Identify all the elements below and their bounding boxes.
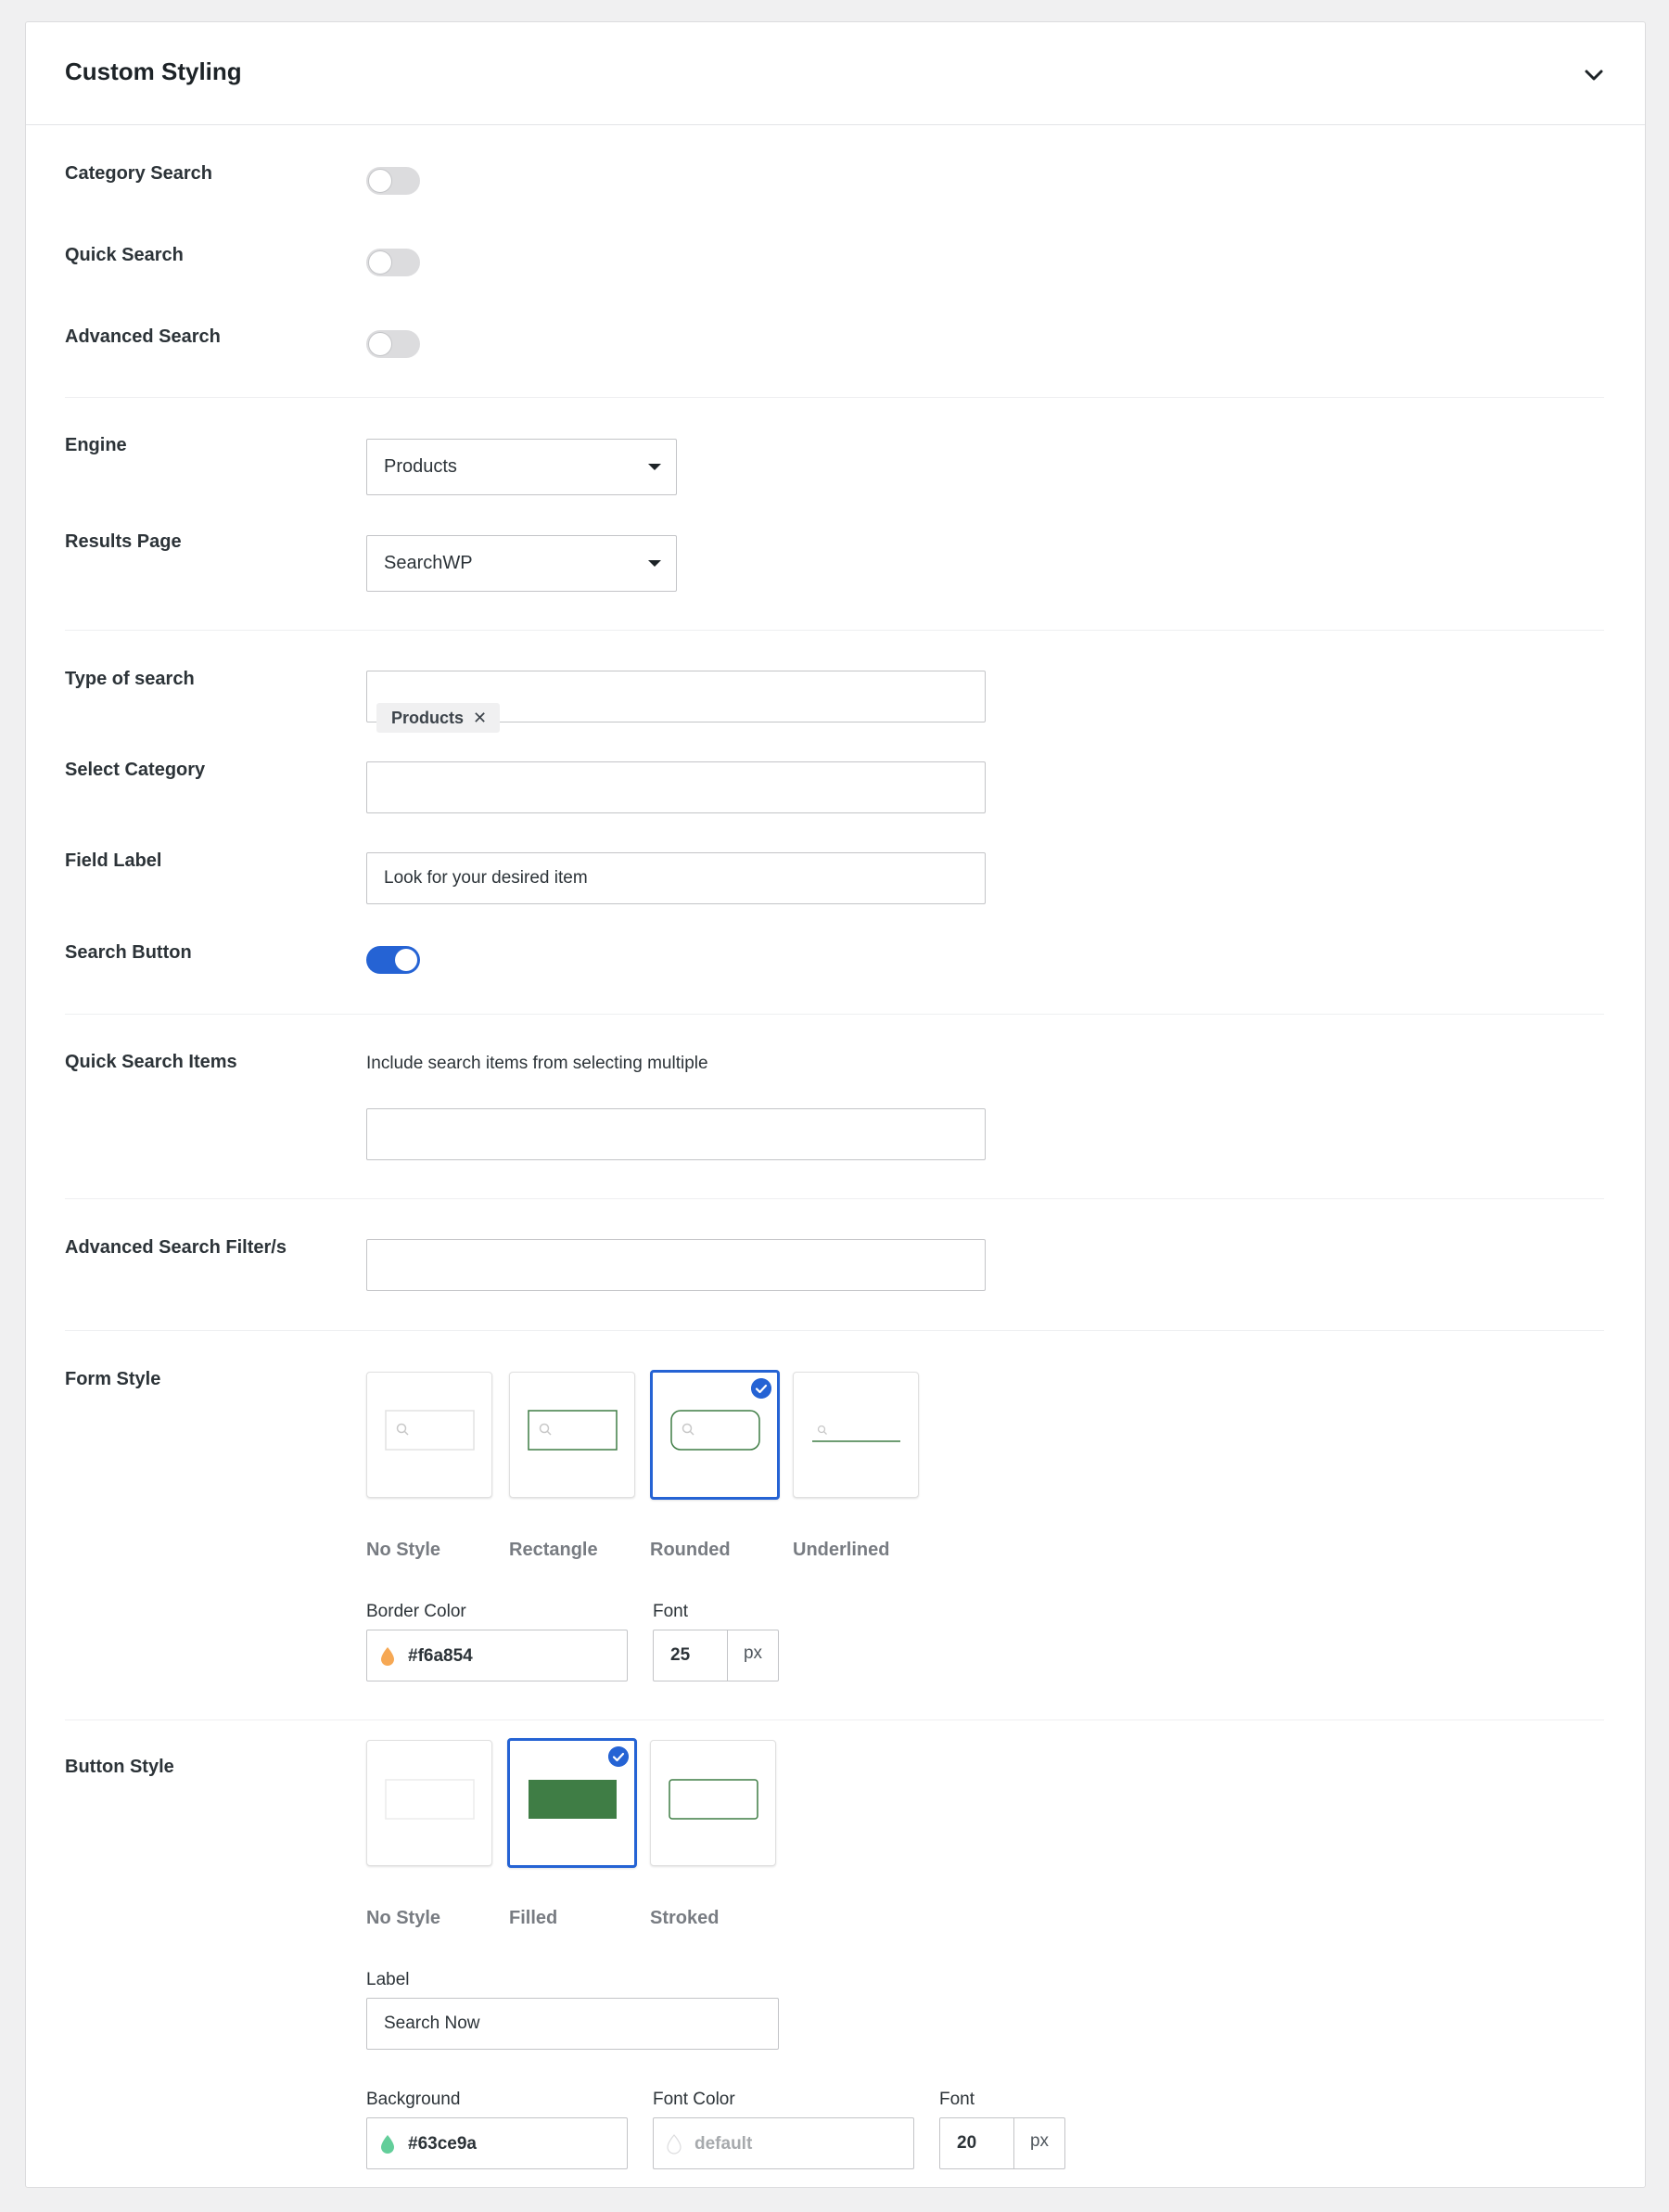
panel-title: Custom Styling (65, 58, 242, 85)
section-divider (65, 1014, 1604, 1015)
border-color-label: Border Color (366, 1602, 466, 1621)
form-style-option-label: Rectangle (509, 1540, 598, 1560)
chevron-down-icon[interactable] (1582, 63, 1606, 87)
toggle-knob (369, 251, 391, 274)
button-font-unit: px (1029, 2131, 1050, 2151)
button-font-label: Font (939, 2090, 975, 2109)
advanced-filters-field[interactable] (366, 1239, 986, 1291)
advanced-search-toggle[interactable] (366, 330, 420, 358)
rectangle-form-preview (528, 1410, 618, 1451)
results-page-select-value: SearchWP (384, 553, 473, 573)
engine-select[interactable]: Products (366, 439, 677, 495)
button-font-size-value: 20 (940, 2118, 1014, 2168)
background-label: Background (366, 2090, 461, 2109)
chip-label: Products (391, 709, 465, 727)
form-style-option-label: No Style (366, 1540, 441, 1560)
stroked-button-preview (669, 1779, 758, 1820)
border-color-value: #f6a854 (408, 1646, 473, 1666)
button-style-no-style-card[interactable] (366, 1740, 492, 1866)
background-color-value: #63ce9a (408, 2134, 477, 2154)
button-label-label: Label (366, 1970, 410, 1989)
section-divider (65, 630, 1604, 631)
form-style-no-style-card[interactable] (366, 1372, 492, 1498)
color-swatch-icon (667, 2134, 682, 2154)
form-style-option-label: Underlined (793, 1540, 890, 1560)
section-divider (65, 1330, 1604, 1331)
custom-styling-panel: Custom Styling Category Search Quick Sea… (25, 21, 1646, 2188)
button-style-stroked-card[interactable] (650, 1740, 776, 1866)
quick-search-items-label: Quick Search Items (65, 1052, 237, 1072)
form-font-unit: px (743, 1643, 763, 1663)
button-style-option-label: No Style (366, 1908, 441, 1928)
form-style-option-label: Rounded (650, 1540, 731, 1560)
type-of-search-label: Type of search (65, 669, 195, 689)
panel-header[interactable]: Custom Styling (26, 22, 1645, 125)
section-divider (65, 397, 1604, 398)
field-label-value: Look for your desired item (384, 868, 588, 888)
engine-select-value: Products (384, 456, 457, 477)
toggle-knob (395, 949, 417, 971)
form-style-underlined-card[interactable] (793, 1372, 919, 1498)
border-color-input[interactable]: #f6a854 (366, 1630, 628, 1681)
form-font-size-value: 25 (654, 1630, 728, 1681)
quick-search-toggle[interactable] (366, 249, 420, 276)
font-color-value: default (694, 2134, 753, 2154)
font-color-input[interactable]: default (653, 2117, 914, 2169)
field-label-label: Field Label (65, 850, 162, 871)
button-style-filled-card[interactable] (507, 1738, 637, 1868)
chip-remove-icon[interactable]: ✕ (473, 709, 487, 727)
caret-down-icon (648, 560, 661, 567)
color-swatch-icon (381, 1647, 394, 1666)
no-style-form-preview (385, 1410, 475, 1451)
button-style-option-label: Stroked (650, 1908, 720, 1928)
form-style-rounded-card[interactable] (650, 1370, 780, 1500)
select-category-field[interactable] (366, 761, 986, 813)
form-font-size-input[interactable]: 25 px (653, 1630, 779, 1681)
check-circle-icon (751, 1378, 771, 1399)
check-circle-icon (608, 1746, 629, 1767)
search-button-label: Search Button (65, 942, 192, 963)
underlined-form-preview (812, 1425, 900, 1442)
quick-search-items-field[interactable] (366, 1108, 986, 1160)
button-font-size-input[interactable]: 20 px (939, 2117, 1065, 2169)
button-style-label: Button Style (65, 1757, 174, 1777)
button-label-value: Search Now (384, 2014, 480, 2033)
button-label-input[interactable]: Search Now (366, 1998, 779, 2050)
color-swatch-icon (381, 2135, 394, 2154)
search-button-toggle[interactable] (366, 946, 420, 974)
form-font-label: Font (653, 1602, 689, 1621)
form-style-label: Form Style (65, 1369, 161, 1389)
quick-search-items-description: Include search items from selecting mult… (366, 1054, 708, 1073)
search-type-chip: Products ✕ (376, 703, 501, 733)
select-category-label: Select Category (65, 760, 206, 780)
form-style-rectangle-card[interactable] (509, 1372, 635, 1498)
toggle-knob (369, 333, 391, 355)
font-color-label: Font Color (653, 2090, 735, 2109)
background-color-input[interactable]: #63ce9a (366, 2117, 628, 2169)
advanced-filters-label: Advanced Search Filter/s (65, 1237, 287, 1258)
no-style-button-preview (385, 1779, 475, 1820)
results-page-select[interactable]: SearchWP (366, 535, 677, 592)
advanced-search-label: Advanced Search (65, 326, 221, 347)
toggle-knob (369, 170, 391, 192)
results-page-label: Results Page (65, 531, 182, 552)
section-divider (65, 1198, 1604, 1199)
button-style-option-label: Filled (509, 1908, 558, 1928)
category-search-label: Category Search (65, 163, 212, 184)
engine-label: Engine (65, 435, 127, 455)
field-label-input[interactable]: Look for your desired item (366, 852, 986, 904)
quick-search-label: Quick Search (65, 245, 184, 265)
caret-down-icon (648, 464, 661, 470)
category-search-toggle[interactable] (366, 167, 420, 195)
